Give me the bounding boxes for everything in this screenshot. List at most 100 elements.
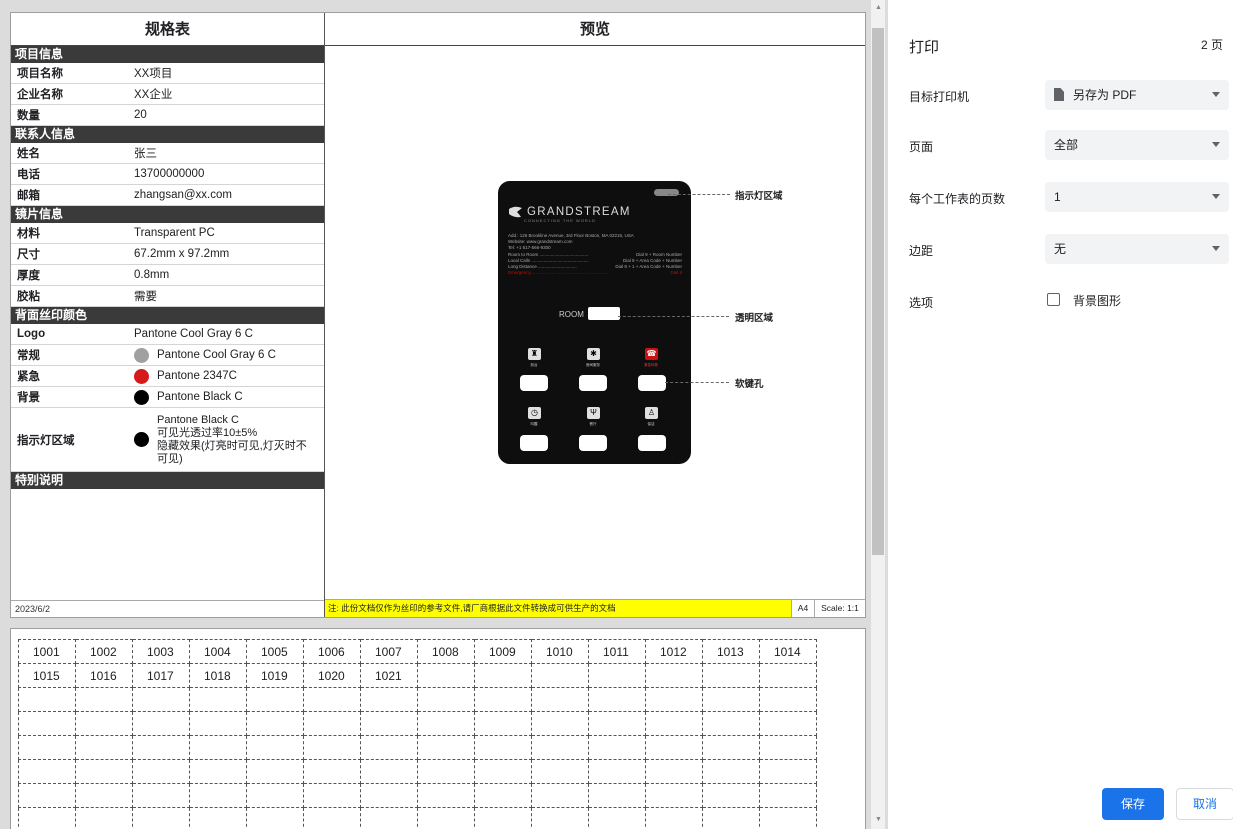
background-graphics-checkbox[interactable] bbox=[1047, 293, 1060, 306]
spec-value: 张三 bbox=[134, 148, 157, 160]
color-swatch-black bbox=[134, 432, 149, 447]
softkey-hole bbox=[579, 435, 607, 451]
grid-cell bbox=[531, 711, 589, 736]
grid-cell: 1009 bbox=[474, 639, 532, 664]
grid-cell: 1019 bbox=[246, 663, 304, 688]
grid-cell: 1015 bbox=[18, 663, 76, 688]
section-special-notes: 特别说明 bbox=[11, 472, 324, 489]
grid-cell bbox=[132, 759, 190, 784]
grid-cell bbox=[474, 807, 532, 829]
preview-page-2: 1001 1002 1003 1004 1005 1006 1007 1008 1009 1010… bbox=[10, 628, 866, 829]
spec-row: 厚度 0.8mm bbox=[11, 265, 324, 286]
grid-cell bbox=[531, 663, 589, 688]
spec-key: 常规 bbox=[17, 350, 40, 362]
grid-cell bbox=[189, 783, 247, 808]
scroll-up-icon[interactable]: ▲ bbox=[875, 4, 882, 11]
grid-cell bbox=[189, 807, 247, 829]
save-button[interactable]: 保存 bbox=[1102, 788, 1164, 820]
grid-cell bbox=[303, 759, 361, 784]
grid-cell: 1003 bbox=[132, 639, 190, 664]
indicator-line: Pantone Black C bbox=[157, 413, 239, 426]
grid-cell bbox=[645, 807, 703, 829]
softkey-label: 餐厅 bbox=[589, 422, 597, 426]
grid-cell bbox=[417, 663, 475, 688]
pages-per-sheet-row: 每个工作表的页数 1 bbox=[909, 182, 1229, 212]
grid-cell bbox=[531, 687, 589, 712]
cancel-button[interactable]: 取消 bbox=[1176, 788, 1233, 820]
section-print-colors: 背面丝印颜色 bbox=[11, 307, 324, 324]
grid-cell bbox=[417, 759, 475, 784]
grid-cell: 1018 bbox=[189, 663, 247, 688]
grid-row: 1015 1016 1017 1018 1019 1020 1021 bbox=[18, 663, 817, 688]
grid-cell bbox=[246, 807, 304, 829]
grid-cell bbox=[702, 735, 760, 760]
spec-value: zhangsan@xx.com bbox=[134, 189, 232, 201]
grid-cell bbox=[303, 783, 361, 808]
grid-cell: 1013 bbox=[702, 639, 760, 664]
grid-cell: 1017 bbox=[132, 663, 190, 688]
grid-cell bbox=[246, 687, 304, 712]
grid-cell bbox=[189, 759, 247, 784]
brand-name: GRANDSTREAM bbox=[527, 206, 631, 218]
emergency-phone-icon: ☎ bbox=[645, 348, 658, 360]
grid-cell bbox=[303, 735, 361, 760]
indicator-line: 隐藏效果(灯亮时可见,灯灭时不 bbox=[157, 439, 307, 452]
grid-cell bbox=[474, 663, 532, 688]
section-project: 项目信息 bbox=[11, 46, 324, 63]
grid-cell: 1010 bbox=[531, 639, 589, 664]
housekeeping-icon: ♙ bbox=[645, 407, 658, 419]
spec-row: 背景 Pantone Black C bbox=[11, 387, 324, 408]
spec-row: 紧急 Pantone 2347C bbox=[11, 366, 324, 387]
grid-cell bbox=[246, 783, 304, 808]
preview-panel: 预览 GRANDSTREAM CONNECTING THE WORLD Add.… bbox=[325, 13, 865, 617]
spec-value: XX企业 bbox=[134, 89, 173, 101]
indicator-line: 可见) bbox=[157, 452, 183, 465]
pages-label: 页面 bbox=[909, 140, 934, 154]
brand-tagline: CONNECTING THE WORLD bbox=[524, 218, 596, 223]
grid-cell bbox=[189, 711, 247, 736]
options-row: 选项 背景图形 bbox=[909, 286, 1229, 316]
grid-cell bbox=[588, 735, 646, 760]
pages-select[interactable]: 全部 bbox=[1045, 130, 1229, 160]
grid-cell: 1020 bbox=[303, 663, 361, 688]
grid-cell bbox=[417, 783, 475, 808]
grid-cell bbox=[360, 807, 418, 829]
grid-cell bbox=[759, 807, 817, 829]
spec-key: 尺寸 bbox=[17, 249, 40, 261]
softkey-hole bbox=[638, 435, 666, 451]
grid-cell: 1006 bbox=[303, 639, 361, 664]
margins-select[interactable]: 无 bbox=[1045, 234, 1229, 264]
spec-value: Pantone Cool Gray 6 C bbox=[157, 349, 276, 361]
grid-cell bbox=[645, 687, 703, 712]
scroll-down-icon[interactable]: ▼ bbox=[875, 816, 882, 823]
softkey-hole bbox=[520, 435, 548, 451]
destination-row: 目标打印机 另存为 PDF bbox=[909, 80, 1229, 110]
grid-row bbox=[18, 807, 817, 829]
grid-cell bbox=[360, 687, 418, 712]
spec-key: 指示灯区域 bbox=[17, 434, 75, 447]
destination-select[interactable]: 另存为 PDF bbox=[1045, 80, 1229, 110]
section-lens: 镜片信息 bbox=[11, 206, 324, 223]
grid-cell bbox=[18, 759, 76, 784]
grid-cell: 1007 bbox=[360, 639, 418, 664]
print-preview-area: 规格表 项目信息 项目名称 XX项目 企业名称 XX企业 数量 20 联系人信息 姓名… bbox=[0, 0, 888, 829]
callout-line bbox=[665, 382, 729, 383]
grid-cell: 1011 bbox=[588, 639, 646, 664]
grid-cell bbox=[702, 783, 760, 808]
grid-cell bbox=[417, 711, 475, 736]
margins-value: 无 bbox=[1054, 242, 1067, 256]
grid-cell bbox=[645, 759, 703, 784]
spec-row: 电话 13700000000 bbox=[11, 164, 324, 185]
pages-per-sheet-select[interactable]: 1 bbox=[1045, 182, 1229, 212]
dialing-info: Add.: 126 Brookline Avenue, 3rd Floor Bo… bbox=[508, 233, 682, 276]
spec-key: 数量 bbox=[17, 110, 40, 122]
alarm-clock-icon: ◷ bbox=[528, 407, 541, 419]
grid-cell: 1021 bbox=[360, 663, 418, 688]
grid-cell bbox=[75, 735, 133, 760]
softkey-label: 前台 bbox=[530, 363, 538, 367]
preview-scrollbar[interactable]: ▲ ▼ bbox=[871, 0, 885, 829]
scrollbar-thumb[interactable] bbox=[872, 28, 884, 555]
callout-line bbox=[618, 316, 729, 317]
background-graphics-label[interactable]: 背景图形 bbox=[1073, 292, 1121, 309]
grid-cell bbox=[246, 711, 304, 736]
